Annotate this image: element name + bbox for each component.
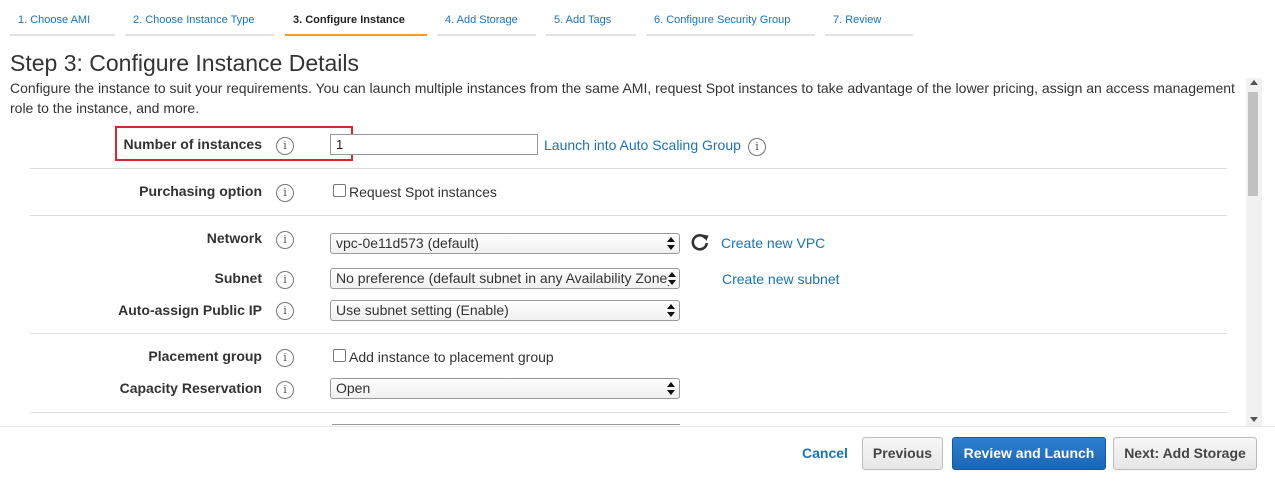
page-description: Configure the instance to suit your requ… [10,80,1235,116]
scroll-thumb[interactable] [1248,92,1258,196]
add-to-placement-group-checkbox[interactable] [333,349,346,362]
divider [30,412,1227,413]
tab-configure-security-group[interactable]: 6. Configure Security Group [646,8,815,36]
scroll-down-arrow-icon[interactable] [1250,417,1258,422]
create-new-subnet-link[interactable]: Create new subnet [722,271,840,287]
cancel-link[interactable]: Cancel [802,445,848,461]
tab-add-tags[interactable]: 5. Add Tags [546,8,636,36]
request-spot-instances-label[interactable]: Request Spot instances [349,184,497,200]
info-icon[interactable]: i [276,381,294,399]
wizard-tabs: 1. Choose AMI 2. Choose Instance Type 3.… [10,8,923,36]
capacity-reservation-label: Capacity Reservation [119,380,262,396]
refresh-icon[interactable] [690,232,710,252]
info-icon[interactable]: i [276,231,294,249]
tab-label: 2. Choose Instance Type [133,14,255,26]
placement-group-label: Placement group [148,348,262,364]
tab-label: 7. Review [833,14,882,26]
divider [30,215,1227,216]
add-to-placement-group-label[interactable]: Add instance to placement group [349,349,554,365]
request-spot-instances-checkbox[interactable] [333,184,346,197]
number-of-instances-input[interactable] [330,134,538,155]
tab-label: 4. Add Storage [445,14,518,26]
previous-button[interactable]: Previous [862,437,943,470]
tab-choose-instance-type[interactable]: 2. Choose Instance Type [125,8,275,36]
auto-assign-public-ip-label: Auto-assign Public IP [118,302,262,318]
select-arrows-icon [667,382,675,395]
select-arrows-icon [667,272,677,285]
tab-add-storage[interactable]: 4. Add Storage [437,8,536,36]
footer-divider [0,426,1275,427]
network-select[interactable]: vpc-0e11d573 (default) [330,233,680,254]
tab-review[interactable]: 7. Review [825,8,913,36]
subnet-label: Subnet [214,270,262,286]
review-and-launch-button[interactable]: Review and Launch [952,437,1106,470]
next-add-storage-button[interactable]: Next: Add Storage [1113,437,1257,470]
select-arrows-icon [667,304,675,317]
info-icon[interactable]: i [748,138,766,156]
info-icon[interactable]: i [276,349,294,367]
capacity-reservation-select[interactable]: Open [330,378,680,399]
vertical-scrollbar[interactable] [1246,78,1262,426]
network-label: Network [206,230,262,246]
network-selected-value: vpc-0e11d573 (default) [336,235,479,251]
info-icon[interactable]: i [276,137,294,155]
purchasing-option-label: Purchasing option [139,183,262,199]
tab-choose-ami[interactable]: 1. Choose AMI [10,8,115,36]
tab-label: 5. Add Tags [554,14,612,26]
divider [30,168,1227,169]
tab-label: 1. Choose AMI [18,14,91,26]
info-icon[interactable]: i [276,184,294,202]
select-arrows-icon [667,237,675,250]
info-icon[interactable]: i [276,271,294,289]
tab-label: 3. Configure Instance [293,14,405,26]
capacity-reservation-selected-value: Open [336,380,371,396]
number-of-instances-label: Number of instances [123,136,262,152]
subnet-select[interactable]: No preference (default subnet in any Ava… [330,268,680,289]
launch-into-auto-scaling-group-link[interactable]: Launch into Auto Scaling Group [544,137,741,153]
tab-configure-instance[interactable]: 3. Configure Instance [285,8,427,36]
tab-label: 6. Configure Security Group [654,14,791,26]
create-new-vpc-link[interactable]: Create new VPC [721,235,825,251]
subnet-selected-value: No preference (default subnet in any Ava… [336,270,672,286]
info-icon[interactable]: i [276,302,294,320]
scroll-up-arrow-icon[interactable] [1250,80,1258,85]
page-title: Step 3: Configure Instance Details [10,50,360,76]
auto-assign-public-ip-selected-value: Use subnet setting (Enable) [336,302,509,318]
auto-assign-public-ip-select[interactable]: Use subnet setting (Enable) [330,300,680,321]
divider [30,333,1227,334]
